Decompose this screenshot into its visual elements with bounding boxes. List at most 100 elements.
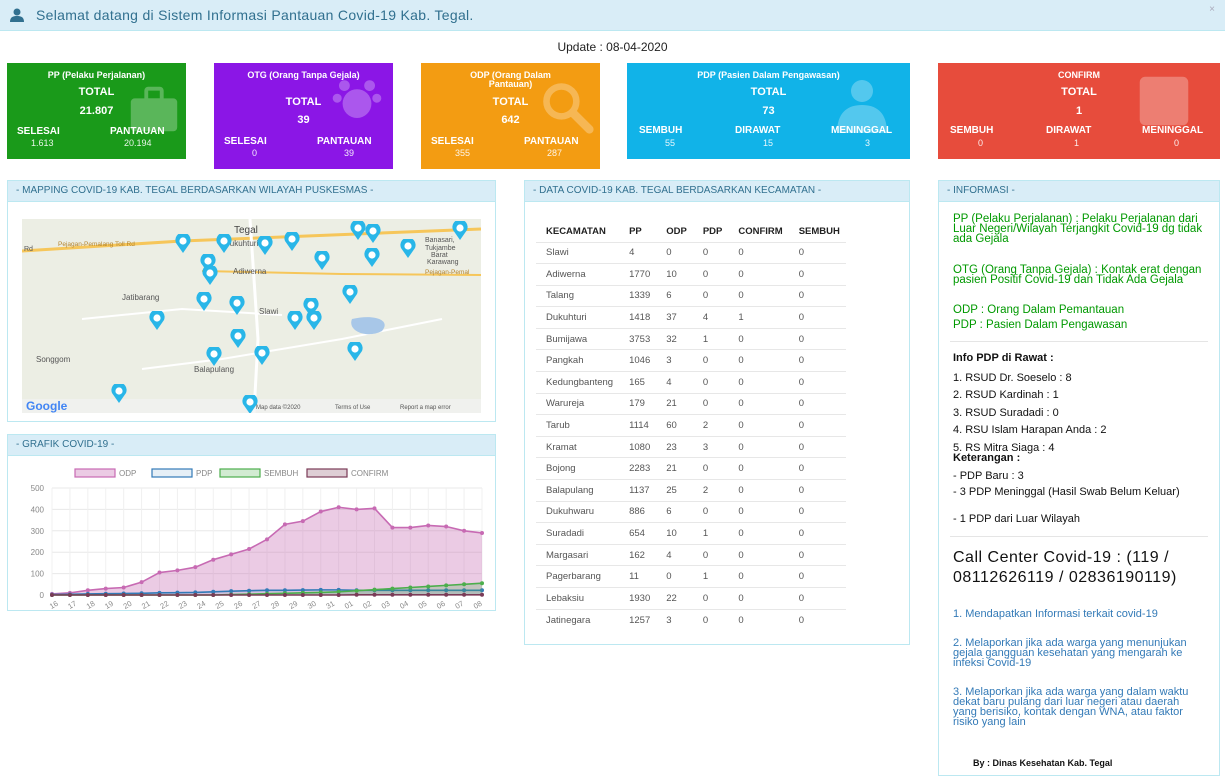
table-header: SEMBUH bbox=[798, 226, 840, 238]
map-marker-icon[interactable] bbox=[304, 311, 324, 331]
pantauan-value: 287 bbox=[547, 148, 563, 158]
table-cell: 654 bbox=[619, 522, 657, 545]
odp-card: ODP (Orang Dalam Pantauan) TOTAL 642 SEL… bbox=[421, 63, 600, 169]
legend-label: CONFIRM bbox=[351, 469, 389, 478]
map-marker-icon[interactable] bbox=[363, 224, 383, 244]
table-cell: 165 bbox=[619, 371, 657, 394]
pp-card: PP (Pelaku Perjalanan) TOTAL 21.807 SELE… bbox=[7, 63, 186, 159]
map-marker-icon[interactable] bbox=[362, 248, 382, 268]
map-marker-icon[interactable] bbox=[252, 346, 272, 366]
table-cell: 11 bbox=[619, 565, 657, 588]
table-cell: 21 bbox=[656, 392, 693, 415]
data-point bbox=[318, 593, 323, 597]
map-marker-icon[interactable] bbox=[340, 285, 360, 305]
table-cell: 0 bbox=[728, 241, 789, 264]
selesai-value: 355 bbox=[455, 148, 471, 158]
dirawat-label: DIRAWAT bbox=[1046, 125, 1092, 136]
data-point bbox=[193, 593, 198, 597]
data-point bbox=[408, 592, 413, 597]
map-terms-link[interactable]: Terms of Use bbox=[335, 405, 370, 411]
map-marker-icon[interactable] bbox=[345, 342, 365, 362]
map-marker-icon[interactable] bbox=[285, 311, 305, 331]
data-point bbox=[85, 593, 90, 597]
data-point bbox=[390, 525, 395, 530]
map-label-tukjambe: Tukjambe bbox=[425, 245, 456, 252]
map-label-tegal: Tegal bbox=[234, 225, 258, 236]
meninggal-label: MENINGGAL bbox=[831, 125, 893, 136]
total-value: 39 bbox=[297, 114, 310, 126]
map-marker-icon[interactable] bbox=[109, 384, 129, 404]
credit-text: By : Dinas Kesehatan Kab. Tegal bbox=[973, 758, 1113, 768]
table-cell: 25 bbox=[656, 479, 693, 502]
card-title: PDP (Pasien Dalam Pengawasan) bbox=[697, 70, 840, 80]
close-icon[interactable]: × bbox=[1209, 4, 1215, 15]
table-cell: 0 bbox=[788, 327, 846, 350]
map-marker-icon[interactable] bbox=[398, 239, 418, 259]
map-marker-icon[interactable] bbox=[194, 292, 214, 312]
map-report-link[interactable]: Report a map error bbox=[400, 405, 451, 411]
table-cell: 0 bbox=[728, 327, 789, 350]
map-view[interactable]: Tegal Dukuhturi Adiwerna Jatibarang Slaw… bbox=[22, 219, 481, 413]
update-date: Update : 08-04-2020 bbox=[557, 40, 668, 54]
table-cell: 0 bbox=[788, 500, 846, 523]
map-marker-icon[interactable] bbox=[214, 234, 234, 254]
table-row: Adiwerna 1770 10 0 0 0 bbox=[536, 263, 846, 286]
table-cell: 0 bbox=[728, 479, 789, 502]
sembuh-value: 55 bbox=[665, 138, 676, 148]
total-value: 21.807 bbox=[79, 105, 114, 117]
table-cell: 0 bbox=[692, 371, 729, 394]
selesai-label: SELESAI bbox=[224, 136, 267, 147]
table-cell: 0 bbox=[728, 587, 789, 610]
legend-label: SEMBUH bbox=[264, 469, 298, 478]
table-cell: Warureja bbox=[536, 392, 620, 415]
map-marker-icon[interactable] bbox=[240, 395, 260, 413]
cc-item: 1. Mendapatkan Informasi terkait covid-1… bbox=[953, 608, 1158, 620]
map-marker-icon[interactable] bbox=[204, 347, 224, 367]
table-cell: 0 bbox=[728, 284, 789, 307]
map-marker-icon[interactable] bbox=[312, 251, 332, 271]
table-cell: Lebaksiu bbox=[536, 587, 620, 610]
data-point bbox=[265, 537, 269, 542]
map-marker-icon[interactable] bbox=[282, 232, 302, 252]
table-cell: 0 bbox=[728, 414, 789, 437]
table-cell: 4 bbox=[656, 371, 693, 394]
x-tick-label: 18 bbox=[85, 599, 97, 609]
table-row: Kedungbanteng 165 4 0 0 0 bbox=[536, 371, 846, 394]
x-tick-label: 31 bbox=[324, 599, 336, 609]
table-cell: 1137 bbox=[619, 479, 657, 502]
table-cell: 2 bbox=[692, 414, 729, 437]
y-tick-label: 0 bbox=[40, 591, 45, 600]
data-point bbox=[480, 592, 484, 597]
table-row: Jatinegara 1257 3 0 0 0 bbox=[536, 608, 846, 631]
table-cell: 0 bbox=[788, 392, 846, 415]
table-row: Tarub 1114 60 2 0 0 bbox=[536, 414, 846, 437]
table-cell: 0 bbox=[788, 522, 846, 545]
data-point bbox=[372, 587, 377, 592]
map-marker-icon[interactable] bbox=[173, 234, 193, 254]
map-label-adiwerna: Adiwerna bbox=[233, 267, 267, 276]
sembuh-label: SEMBUH bbox=[950, 125, 994, 136]
table-cell: 4 bbox=[692, 306, 729, 329]
map-marker-icon[interactable] bbox=[450, 221, 470, 241]
table-cell: 0 bbox=[788, 457, 846, 480]
x-tick-label: 19 bbox=[103, 599, 115, 609]
map-marker-icon[interactable] bbox=[227, 296, 247, 316]
pantauan-label: PANTAUAN bbox=[317, 136, 372, 147]
card-title: PP (Pelaku Perjalanan) bbox=[47, 70, 146, 80]
table-row: Margasari 162 4 0 0 0 bbox=[536, 543, 846, 566]
map-marker-icon[interactable] bbox=[200, 266, 220, 286]
ket-item: - 3 PDP Meninggal (Hasil Swab Belum Kelu… bbox=[953, 486, 1180, 498]
table-cell: 1 bbox=[692, 522, 729, 545]
data-point bbox=[354, 592, 359, 597]
data-point bbox=[157, 570, 162, 575]
map-marker-icon[interactable] bbox=[255, 236, 275, 256]
x-tick-label: 23 bbox=[177, 599, 189, 609]
x-tick-label: 24 bbox=[195, 599, 207, 609]
data-point bbox=[390, 592, 395, 597]
data-point bbox=[408, 585, 413, 590]
table-cell: Pagerbarang bbox=[536, 565, 620, 588]
table-cell: 10 bbox=[656, 263, 693, 286]
map-marker-icon[interactable] bbox=[228, 329, 248, 349]
data-point bbox=[247, 588, 252, 593]
map-marker-icon[interactable] bbox=[147, 311, 167, 331]
